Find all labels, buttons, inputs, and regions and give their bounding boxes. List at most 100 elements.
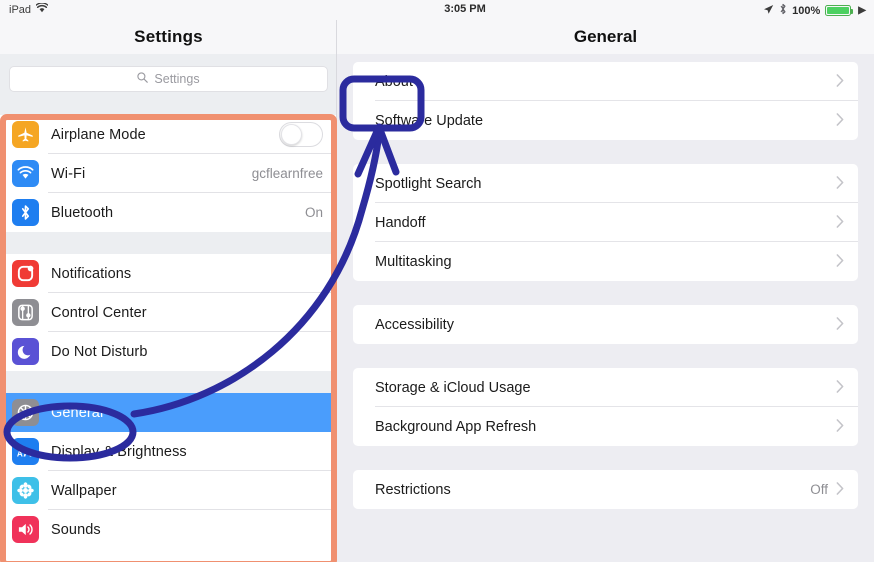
sidebar-item-value: gcflearnfree [251, 166, 323, 181]
detail-group-separator [337, 140, 874, 164]
detail-row-storage-icloud-usage[interactable]: Storage & iCloud Usage [353, 368, 858, 407]
search-icon [137, 72, 149, 86]
sidebar-item-label: Wallpaper [51, 482, 117, 499]
moon-icon [12, 338, 39, 365]
detail-row-label: About [375, 73, 413, 90]
detail-row-restrictions[interactable]: Restrictions Off [353, 470, 858, 509]
row-divider [48, 548, 337, 549]
detail-row-label: Spotlight Search [375, 175, 482, 192]
status-bar-left: iPad [9, 2, 49, 16]
detail-row-spotlight-search[interactable]: Spotlight Search [353, 164, 858, 203]
chevron-right-icon [836, 112, 844, 129]
sidebar-item-display-brightness[interactable]: A A Display & Brightness [0, 432, 337, 471]
detail-row-value: Off [810, 482, 828, 497]
panel-divider [336, 20, 337, 562]
row-divider [375, 343, 858, 344]
sidebar-item-airplane-mode[interactable]: Airplane Mode [0, 115, 337, 154]
gear-icon [12, 399, 39, 426]
sidebar-item-label: Control Center [51, 304, 147, 321]
detail-row-label: Accessibility [375, 316, 454, 333]
detail-group-separator [337, 446, 874, 470]
sidebar-item-general[interactable]: General [0, 393, 337, 432]
detail-group: About Software Update [353, 62, 858, 140]
sidebar-item-list: Airplane Mode Wi-Fi gcflearnfree Bluetooth O… [0, 115, 337, 562]
battery-percent-label: 100% [792, 4, 821, 17]
lightning-bolt-icon: ▶ [858, 5, 866, 16]
display-brightness-icon: AA [12, 438, 39, 465]
detail-row-software-update[interactable]: Software Update [353, 101, 858, 140]
search-input[interactable]: Settings [9, 66, 328, 92]
row-divider [375, 445, 858, 446]
sidebar-item-notifications[interactable]: Notifications [0, 254, 337, 293]
wifi-icon [35, 2, 49, 16]
sidebar-item-bluetooth[interactable]: Bluetooth On [0, 193, 337, 232]
detail-row-label: Software Update [375, 112, 484, 129]
detail-row-about[interactable]: About [353, 62, 858, 101]
detail-row-label: Background App Refresh [375, 418, 537, 435]
status-bar: iPad 3:05 PM 100% ▶ [0, 0, 874, 20]
airplane-icon [12, 121, 39, 148]
sidebar-item-label: Notifications [51, 265, 132, 282]
chevron-right-icon [836, 73, 844, 90]
ipad-settings-screen: iPad 3:05 PM 100% ▶ Settings Settings Ai… [0, 0, 874, 562]
chevron-right-icon [836, 316, 844, 333]
sounds-icon [12, 516, 39, 543]
chevron-right-icon [836, 214, 844, 231]
sidebar-group-separator [0, 371, 337, 393]
general-detail-panel: General About Software Update Spotlight Se… [337, 20, 874, 562]
device-label: iPad [9, 3, 32, 16]
toggle-knob [281, 124, 302, 145]
sidebar-item-do-not-disturb[interactable]: Do Not Disturb [0, 332, 337, 371]
row-divider [48, 231, 337, 232]
status-bar-right: 100% ▶ [763, 3, 866, 18]
chevron-right-icon [836, 481, 844, 498]
sidebar-item-sounds[interactable]: Sounds [0, 510, 337, 549]
detail-group: Restrictions Off [353, 470, 858, 509]
detail-row-accessibility[interactable]: Accessibility [353, 305, 858, 344]
sidebar-item-wallpaper[interactable]: Wallpaper [0, 471, 337, 510]
wifi-icon [12, 160, 39, 187]
sidebar-item-wi-fi[interactable]: Wi-Fi gcflearnfree [0, 154, 337, 193]
detail-group-separator [337, 281, 874, 305]
sidebar-item-label: Wi-Fi [51, 165, 86, 182]
sidebar-item-value: On [304, 205, 323, 220]
airplane-mode-toggle[interactable] [279, 122, 323, 147]
svg-text:A: A [23, 445, 32, 459]
settings-sidebar: Settings Settings Airplane Mode Wi-Fi gcfl… [0, 20, 337, 562]
status-bar-clock: 3:05 PM [444, 3, 486, 15]
search-placeholder: Settings [154, 72, 200, 86]
sidebar-item-label: Do Not Disturb [51, 343, 148, 360]
detail-row-label: Handoff [375, 214, 426, 231]
row-divider [375, 280, 858, 281]
row-divider [48, 370, 337, 371]
chevron-right-icon [836, 379, 844, 396]
sidebar-item-label: General [51, 404, 104, 421]
detail-row-background-app-refresh[interactable]: Background App Refresh [353, 407, 858, 446]
control-center-icon [12, 299, 39, 326]
detail-title: General [337, 20, 874, 54]
detail-row-label: Restrictions [375, 481, 451, 498]
sidebar-item-control-center[interactable]: Control Center [0, 293, 337, 332]
notifications-icon [12, 260, 39, 287]
sidebar-item-label: Display & Brightness [51, 443, 187, 460]
detail-row-handoff[interactable]: Handoff [353, 203, 858, 242]
detail-group: Accessibility [353, 305, 858, 344]
detail-row-label: Multitasking [375, 253, 452, 270]
row-divider [375, 139, 858, 140]
detail-group: Spotlight Search Handoff Multitasking [353, 164, 858, 281]
sidebar-item-label: Bluetooth [51, 204, 114, 221]
location-arrow-icon [763, 4, 774, 18]
bluetooth-icon [779, 3, 787, 18]
wallpaper-icon [12, 477, 39, 504]
bluetooth-icon [12, 199, 39, 226]
svg-text:A: A [16, 449, 22, 458]
detail-row-multitasking[interactable]: Multitasking [353, 242, 858, 281]
detail-group-list: About Software Update Spotlight Search Hand… [337, 54, 874, 509]
chevron-right-icon [836, 175, 844, 192]
detail-group-separator [337, 344, 874, 368]
chevron-right-icon [836, 418, 844, 435]
battery-icon [825, 5, 854, 16]
sidebar-title: Settings [0, 20, 337, 54]
sidebar-group-separator [0, 232, 337, 254]
row-divider [375, 508, 858, 509]
